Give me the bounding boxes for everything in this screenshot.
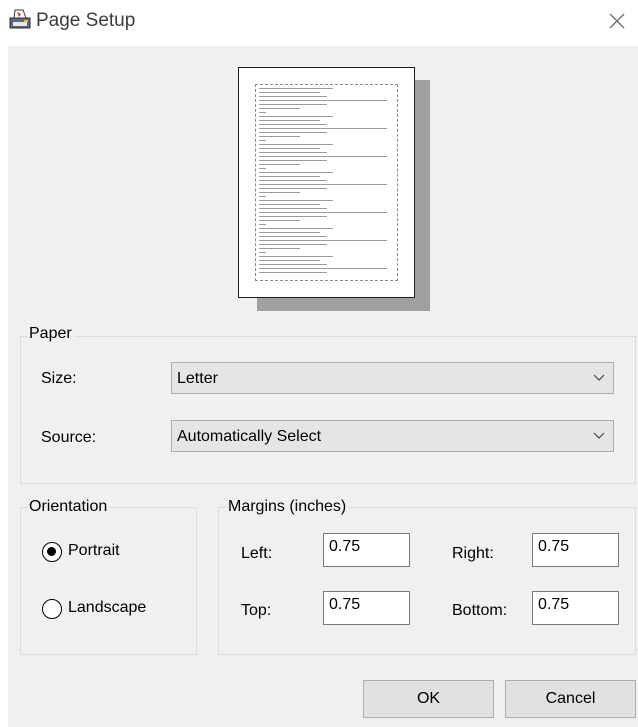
preview-text-line [259,92,320,93]
source-label: Source: [41,429,97,446]
preview-text-line [259,100,387,101]
preview-text-line [259,216,327,217]
landscape-label: Landscape [68,599,147,616]
preview-text-line [259,152,327,153]
preview-text-line [259,148,320,149]
preview-text-line [259,156,387,157]
bottom-margin-input[interactable]: 0.75 [532,591,619,625]
preview-text-line [259,248,300,249]
chevron-down-icon [593,374,605,381]
preview-text-line [259,96,327,97]
preview-text-line [259,180,327,181]
preview-text-line [259,120,320,121]
preview-text-line [259,224,266,225]
preview-text-line [259,264,327,265]
preview-text-line [259,192,300,193]
close-icon[interactable] [604,8,630,34]
ok-button[interactable]: OK [363,680,494,718]
paper-group [20,336,636,484]
orientation-group [20,507,197,655]
preview-text-line [259,132,327,133]
preview-text-line [259,256,333,257]
preview-text-line [259,108,300,109]
top-margin-label: Top: [241,602,272,619]
paper-legend: Paper [27,324,74,344]
preview-text-line [259,204,320,205]
page-preview [238,67,415,298]
printer-page-icon [9,9,31,29]
preview-text-line [259,128,387,129]
preview-text-line [259,188,327,189]
preview-text-line [259,244,327,245]
preview-text-line [259,172,333,173]
orientation-legend: Orientation [27,497,110,517]
preview-text-line [259,252,266,253]
preview-text-line [259,220,300,221]
preview-text-line [259,236,327,237]
landscape-radio-button[interactable] [42,599,62,619]
preview-text-line [259,272,327,273]
preview-text-line [259,232,320,233]
margins-group [218,507,636,655]
preview-text-line [259,212,387,213]
preview-text-line [259,144,333,145]
preview-text-line [259,176,320,177]
landscape-radio[interactable]: Landscape [42,597,182,621]
window-title: Page Setup [36,10,136,31]
preview-text-line [259,160,327,161]
preview-text-line [259,116,333,117]
size-label: Size: [41,370,77,387]
portrait-radio[interactable]: Portrait [42,540,152,564]
source-select-value: Automatically Select [177,428,322,445]
preview-text-line [259,140,266,141]
size-select[interactable]: Letter [171,362,614,394]
preview-text-line [259,184,387,185]
preview-text-line [259,136,300,137]
right-margin-input[interactable]: 0.75 [532,533,619,567]
right-margin-label: Right: [452,545,494,562]
size-select-value: Letter [177,370,218,387]
preview-text-line [259,200,333,201]
portrait-label: Portrait [68,542,120,559]
preview-text-line [259,260,320,261]
cancel-button[interactable]: Cancel [505,680,636,718]
preview-text-line [259,240,387,241]
preview-margin-guide [255,84,398,281]
preview-text-line [259,104,327,105]
bottom-margin-label: Bottom: [452,602,508,619]
portrait-radio-button[interactable] [42,542,62,562]
preview-text-line [259,196,266,197]
chevron-down-icon [593,432,605,439]
preview-text-line [259,164,300,165]
left-margin-label: Left: [241,545,273,562]
radio-selected-dot [47,547,56,556]
preview-text-line [259,168,266,169]
preview-text-line [259,228,333,229]
preview-text-line [259,112,266,113]
margins-legend: Margins (inches) [226,497,349,517]
source-select[interactable]: Automatically Select [171,420,614,452]
preview-text-line [259,124,327,125]
left-margin-input[interactable]: 0.75 [323,533,410,567]
preview-text-line [259,88,333,89]
preview-text-line [259,268,387,269]
top-margin-input[interactable]: 0.75 [323,591,410,625]
preview-text-line [259,208,327,209]
title-bar: Page Setup [0,0,638,46]
